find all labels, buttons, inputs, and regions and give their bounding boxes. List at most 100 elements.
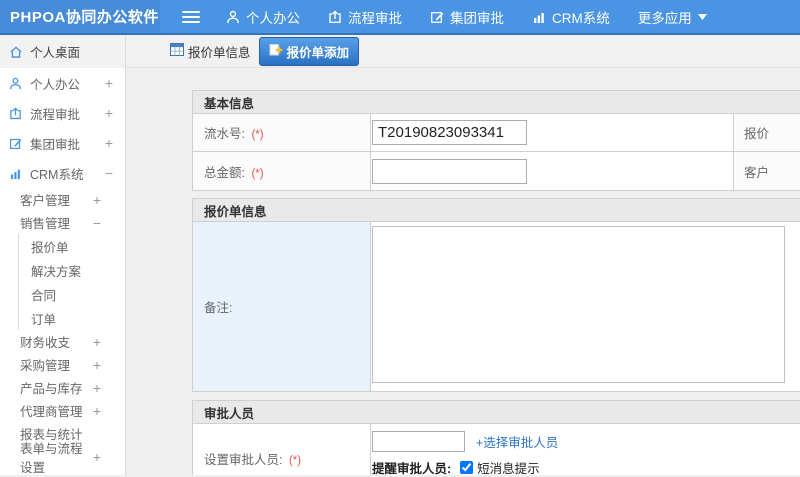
- main-content: 报价单信息 报价单添加 基本信息 流水号: (*) T2019082309334…: [126, 35, 800, 475]
- sidebar-item-label: 财务收支: [20, 336, 71, 350]
- topnav-more-apps[interactable]: 更多应用: [638, 7, 707, 27]
- choose-approver-link[interactable]: +选择审批人员: [476, 432, 558, 451]
- home-icon: [9, 45, 23, 59]
- basic-info-table: 基本信息 流水号: (*) 报价 总金额: (*): [192, 90, 800, 191]
- sidebar-item-label: 表单与流程设置: [20, 441, 83, 475]
- expand-plus-icon[interactable]: +: [105, 135, 113, 151]
- topnav-label: 集团审批: [450, 10, 504, 26]
- topnav-crm-system[interactable]: CRM系统: [532, 7, 610, 27]
- sidebar-item-label: 销售管理: [20, 217, 71, 231]
- topnav-group-approval[interactable]: 集团审批: [430, 7, 504, 27]
- sidebar-item-finance[interactable]: 财务收支 +: [0, 330, 125, 353]
- topnav-label: 流程审批: [348, 10, 402, 26]
- sidebar-item-agent-mgmt[interactable]: 代理商管理 +: [0, 399, 125, 422]
- section-title-basic-info: 基本信息: [192, 90, 800, 114]
- top-navigation: 个人办公 流程审批 集团审批 CRM系统 更多应用: [226, 7, 735, 27]
- field-label: 总金额:: [204, 165, 245, 180]
- user-icon: [9, 77, 23, 90]
- topnav-process-approval[interactable]: 流程审批: [328, 7, 402, 27]
- quote-label-cell: 报价: [733, 113, 800, 152]
- quotation-info-table: 报价单信息 备注:: [191, 198, 800, 392]
- sms-notify-label: 短消息提示: [477, 462, 540, 475]
- required-mark: (*): [251, 167, 264, 180]
- sidebar-item-group-approval[interactable]: 集团审批 +: [0, 128, 125, 158]
- hamburger-menu-icon[interactable]: [182, 8, 200, 26]
- tab-label: 报价单信息: [188, 45, 251, 60]
- table-icon: [170, 43, 184, 59]
- sidebar-item-contract[interactable]: 合同: [19, 282, 125, 306]
- sidebar-item-label: 订单: [31, 312, 57, 327]
- sidebar-item-purchase-mgmt[interactable]: 采购管理 +: [0, 353, 125, 376]
- sidebar-item-label: 集团审批: [30, 137, 81, 152]
- sms-notify-checkbox[interactable]: [460, 461, 474, 474]
- set-approver-label-cell: 设置审批人员: (*): [192, 423, 371, 475]
- sidebar-item-label: 报价单: [31, 240, 69, 255]
- sidebar-item-process-approval[interactable]: 流程审批 +: [0, 98, 125, 128]
- serial-number-label-cell: 流水号: (*): [192, 113, 371, 152]
- topbar: PHPOA协同办公软件 个人办公 流程审批 集团审批 CRM系统 更多应用: [0, 0, 800, 35]
- chart-icon: [532, 10, 546, 24]
- tab-quotation-add[interactable]: 报价单添加: [258, 36, 360, 66]
- remark-textarea[interactable]: [372, 226, 785, 383]
- process-icon: [328, 10, 342, 24]
- approver-input[interactable]: [372, 431, 465, 452]
- sidebar-item-personal-desktop[interactable]: 个人桌面: [0, 35, 125, 68]
- tab-quotation-info[interactable]: 报价单信息: [170, 42, 251, 61]
- expand-plus-icon[interactable]: +: [93, 334, 101, 350]
- edit-icon: [430, 10, 444, 24]
- sidebar-item-label: CRM系统: [30, 167, 84, 182]
- sidebar-item-order[interactable]: 订单: [19, 306, 125, 330]
- sidebar-item-product-stock[interactable]: 产品与库存 +: [0, 376, 125, 399]
- field-label: 流水号:: [204, 127, 245, 141]
- edit-icon: [9, 137, 23, 150]
- sidebar-item-personal-office[interactable]: 个人办公 +: [0, 68, 125, 98]
- user-icon: [226, 10, 240, 24]
- section-title-approval: 审批人员: [192, 400, 800, 424]
- collapse-minus-icon[interactable]: −: [105, 165, 113, 181]
- chart-icon: [9, 167, 23, 180]
- field-label: 设置审批人员:: [204, 453, 283, 467]
- add-document-icon: [269, 43, 283, 59]
- sidebar-item-label: 采购管理: [20, 359, 71, 373]
- sidebar-item-label: 客户管理: [20, 194, 71, 208]
- process-icon: [9, 106, 23, 120]
- expand-plus-icon[interactable]: +: [93, 449, 101, 465]
- expand-plus-icon[interactable]: +: [93, 192, 101, 208]
- serial-number-input[interactable]: [372, 120, 527, 145]
- sidebar-item-label: 个人办公: [30, 77, 81, 92]
- remind-approver-label: 提醒审批人员:: [372, 462, 452, 475]
- sidebar-item-crm-system[interactable]: CRM系统 −: [0, 158, 125, 188]
- tab-label: 报价单添加: [286, 45, 350, 60]
- sidebar-item-solution[interactable]: 解决方案: [19, 258, 125, 282]
- sidebar-item-quotation[interactable]: 报价单: [19, 234, 125, 258]
- sidebar-item-label: 合同: [31, 288, 57, 303]
- sidebar-item-label: 代理商管理: [20, 405, 83, 419]
- expand-plus-icon[interactable]: +: [93, 380, 101, 396]
- expand-plus-icon[interactable]: +: [105, 75, 113, 91]
- expand-plus-icon[interactable]: +: [93, 403, 101, 419]
- sidebar-item-customer-mgmt[interactable]: 客户管理 +: [0, 188, 125, 211]
- quotation-form: 基本信息 流水号: (*) 报价 总金额: (*): [191, 90, 800, 475]
- approval-table: 审批人员 设置审批人员: (*) +选择审批人员 提醒审批人员: 短消息提示: [192, 400, 800, 475]
- collapse-minus-icon[interactable]: −: [93, 215, 101, 231]
- topnav-label: CRM系统: [552, 10, 610, 26]
- customer-label-cell: 客户: [733, 151, 800, 191]
- sidebar-item-sales-mgmt[interactable]: 销售管理 −: [0, 211, 125, 234]
- expand-plus-icon[interactable]: +: [93, 357, 101, 373]
- section-title-quotation-info: 报价单信息: [191, 198, 800, 222]
- sidebar-item-label: 个人桌面: [30, 46, 81, 60]
- sidebar-item-form-process-settings[interactable]: 表单与流程设置 +: [0, 442, 125, 475]
- tab-strip: 报价单信息 报价单添加: [126, 35, 800, 68]
- topnav-label: 更多应用: [637, 10, 692, 26]
- topnav-personal-office[interactable]: 个人办公: [226, 7, 300, 27]
- required-mark: (*): [251, 129, 264, 141]
- total-amount-input[interactable]: [372, 158, 527, 184]
- expand-plus-icon[interactable]: +: [105, 105, 113, 121]
- sidebar: 个人桌面 个人办公 + 流程审批 + 集团审批 + CRM系统 − 客户管理 +…: [0, 35, 126, 475]
- required-mark: (*): [288, 455, 302, 467]
- sidebar-item-label: 产品与库存: [20, 382, 83, 396]
- sidebar-item-label: 流程审批: [30, 107, 81, 122]
- topnav-label: 个人办公: [246, 10, 300, 26]
- total-amount-label-cell: 总金额: (*): [192, 151, 371, 191]
- sidebar-item-label: 解决方案: [31, 264, 82, 279]
